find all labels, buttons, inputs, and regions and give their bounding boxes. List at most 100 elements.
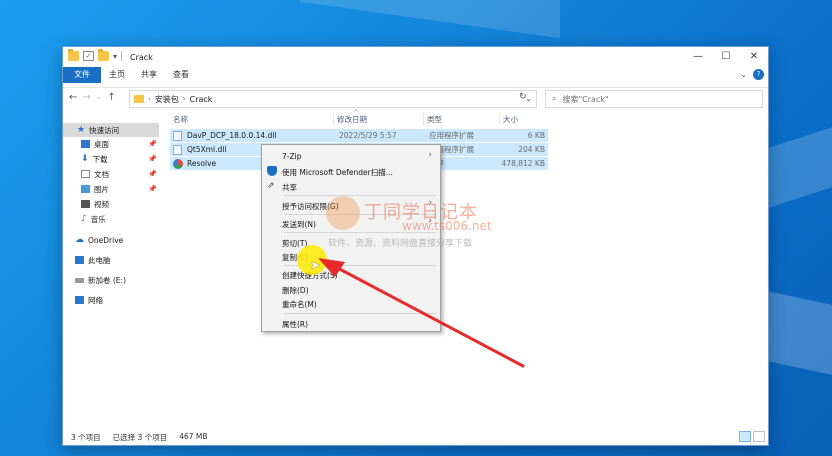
sidebar-item-music[interactable]: ♪ 音乐 — [81, 212, 159, 226]
folder-icon — [134, 95, 144, 103]
maximize-button[interactable]: ☐ — [712, 47, 740, 67]
divider — [284, 232, 436, 233]
column-header-name[interactable]: 名称 — [173, 114, 188, 125]
sidebar-item-downloads[interactable]: ⬇ 下载 📌 — [81, 152, 159, 166]
tab-home[interactable]: 主页 — [101, 67, 133, 83]
properties-icon[interactable]: ✓ — [83, 51, 94, 61]
search-input[interactable]: ⌕ 搜索"Crack" — [545, 90, 763, 108]
sidebar-item-network[interactable]: 网络 — [75, 293, 159, 307]
details-view-button[interactable] — [739, 431, 751, 442]
window-controls: — ☐ ✕ — [684, 47, 768, 67]
picture-icon — [81, 185, 90, 193]
sidebar-item-label: 文档 — [94, 169, 109, 179]
sidebar-item-videos[interactable]: 视频 — [81, 197, 159, 211]
menu-item-defender-scan[interactable]: 使用 Microsoft Defender扫描... — [282, 167, 393, 178]
document-icon — [81, 170, 90, 178]
sidebar-item-onedrive[interactable]: ☁ OneDrive — [75, 233, 159, 247]
file-type: 应用程序扩展 — [429, 131, 474, 140]
video-icon — [81, 200, 90, 208]
drive-icon — [75, 277, 84, 283]
sidebar-item-label: 图片 — [94, 184, 109, 194]
customize-toolbar-icon[interactable]: ▾ — [113, 52, 117, 61]
download-icon: ⬇ — [81, 154, 89, 164]
sidebar-item-drive-e[interactable]: 新加卷 (E:) — [75, 273, 159, 287]
file-size: 6 KB — [527, 131, 545, 140]
pin-icon: 📌 — [148, 185, 157, 193]
computer-icon — [75, 256, 84, 264]
menu-item-share[interactable]: 共享 — [282, 182, 297, 193]
file-date: 2022/5/29 5:57 — [339, 131, 397, 140]
menu-item-properties[interactable]: 属性(R) — [282, 319, 308, 330]
network-icon — [75, 296, 84, 304]
chevron-right-icon: › — [428, 198, 432, 208]
divider — [499, 113, 500, 125]
close-button[interactable]: ✕ — [740, 47, 768, 67]
breadcrumb-crack[interactable]: Crack — [190, 95, 213, 104]
dll-file-icon — [173, 144, 182, 155]
context-menu: 7-Zip › 使用 Microsoft Defender扫描... ⇗ 共享 … — [261, 144, 441, 332]
menu-item-7zip[interactable]: 7-Zip — [282, 152, 301, 161]
divider — [423, 113, 424, 125]
sidebar-item-label: 网络 — [88, 295, 103, 305]
star-icon: ★ — [77, 125, 86, 135]
up-icon[interactable]: ↑ — [107, 92, 115, 103]
forward-icon[interactable]: → — [82, 92, 90, 103]
tab-view[interactable]: 查看 — [165, 67, 197, 83]
menu-item-delete[interactable]: 删除(D) — [282, 285, 309, 296]
defender-shield-icon — [267, 166, 277, 176]
sidebar-item-this-pc[interactable]: 此电脑 — [75, 253, 159, 267]
sidebar-item-label: 下载 — [92, 154, 108, 164]
folder-icon — [68, 49, 79, 61]
item-count: 3 个项目 — [71, 433, 101, 442]
expand-ribbon-icon[interactable]: ⌄ — [740, 70, 747, 79]
pin-icon: 📌 — [148, 155, 157, 163]
quick-access-toolbar: ✓ ▾ — [68, 49, 123, 61]
divider — [121, 51, 123, 61]
sidebar-item-label: 此电脑 — [88, 255, 111, 265]
mouse-pointer-icon: ➤ — [310, 258, 321, 272]
back-icon[interactable]: ← — [69, 92, 77, 103]
desktop-icon — [81, 140, 90, 148]
pin-icon: 📌 — [148, 140, 157, 148]
sidebar-item-pictures[interactable]: 图片 📌 — [81, 182, 159, 196]
ribbon-tabs: 文件 主页 共享 查看 ⌄ ? — [63, 67, 768, 83]
address-bar[interactable]: › 安装包 › Crack ⌄ — [129, 90, 537, 108]
search-placeholder: 搜索"Crack" — [562, 94, 609, 104]
menu-item-rename[interactable]: 重命名(M) — [282, 299, 317, 310]
chevron-right-icon: › — [428, 150, 432, 160]
file-name: Qt5Xml.dll — [187, 145, 227, 154]
column-header-size[interactable]: 大小 — [503, 114, 518, 125]
breadcrumb-install-package[interactable]: 安装包 — [155, 94, 179, 105]
tab-share[interactable]: 共享 — [133, 67, 165, 83]
address-row: ← → ⌄ ↑ › 安装包 › Crack ⌄ ↻ ⌕ 搜索"Crack" — [63, 87, 768, 109]
file-list: ^ 名称 修改日期 类型 大小 DavP_DCP_18.0.0.14.dll 2… — [167, 109, 767, 427]
column-header-type[interactable]: 类型 — [427, 114, 442, 125]
chevron-right-icon[interactable]: › — [148, 95, 151, 103]
divider — [284, 214, 436, 215]
pin-icon: 📌 — [148, 170, 157, 178]
minimize-button[interactable]: — — [684, 47, 712, 67]
divider — [284, 195, 436, 196]
search-icon: ⌕ — [552, 94, 557, 103]
menu-item-send-to[interactable]: 发送到(N) — [282, 219, 316, 230]
chevron-right-icon[interactable]: › — [183, 95, 186, 103]
large-icons-view-button[interactable] — [753, 431, 765, 442]
sidebar-item-label: 音乐 — [90, 214, 106, 224]
title-bar: ✓ ▾ Crack — ☐ ✕ — [63, 47, 768, 67]
sidebar-item-label: 桌面 — [94, 139, 109, 149]
recent-locations-icon[interactable]: ⌄ — [96, 92, 103, 103]
dll-file-icon — [173, 130, 182, 141]
sidebar-item-quick-access[interactable]: ★ 快速访问 — [63, 123, 159, 137]
tab-file[interactable]: 文件 — [63, 67, 101, 83]
music-icon: ♪ — [81, 214, 87, 224]
new-folder-icon[interactable] — [98, 49, 109, 61]
sidebar-item-documents[interactable]: 文档 📌 — [81, 167, 159, 181]
menu-item-give-access[interactable]: 授予访问权限(G) — [282, 201, 339, 212]
column-header-date[interactable]: 修改日期 — [337, 114, 367, 125]
sidebar-item-label: OneDrive — [88, 235, 124, 245]
file-name: DavP_DCP_18.0.0.14.dll — [187, 131, 277, 140]
table-row[interactable]: DavP_DCP_18.0.0.14.dll 2022/5/29 5:57 应用… — [170, 129, 548, 142]
sidebar-item-desktop[interactable]: 桌面 📌 — [81, 137, 159, 151]
refresh-icon[interactable]: ↻ — [519, 92, 527, 102]
help-icon[interactable]: ? — [753, 69, 764, 80]
